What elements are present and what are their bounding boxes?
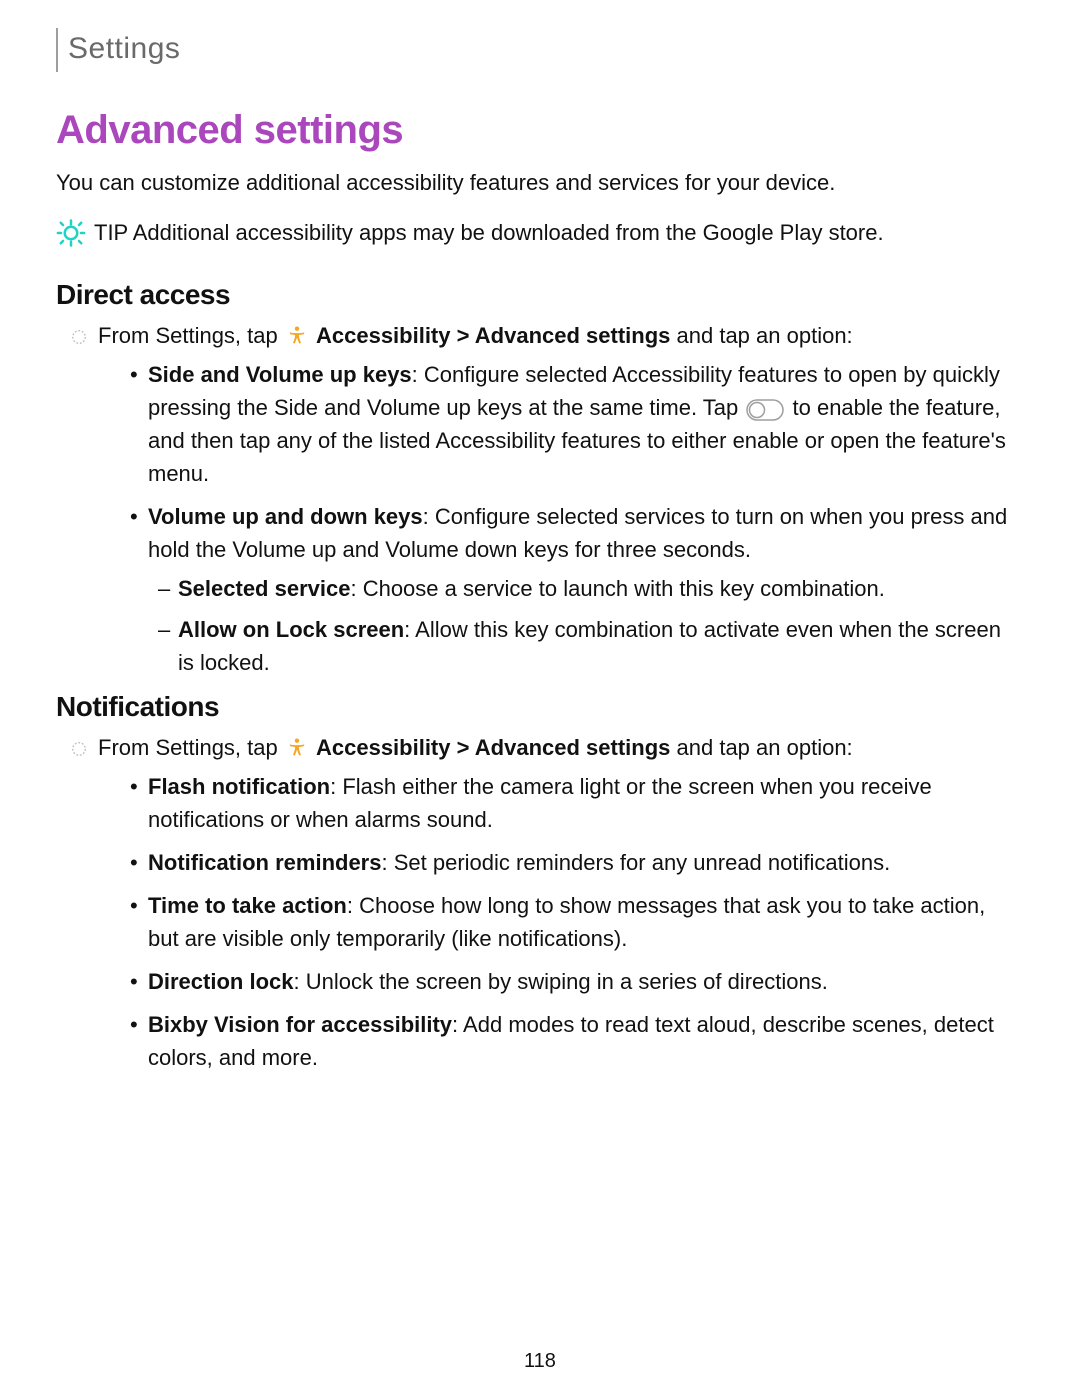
subitem-title: Allow on Lock screen [178,617,404,642]
sub-list: Selected service: Choose a service to la… [148,572,1020,679]
item-title: Bixby Vision for accessibility [148,1012,452,1037]
ring-bullet-icon [70,322,88,340]
item-title: Direction lock [148,969,293,994]
item-title: Time to take action [148,893,347,918]
item-title: Volume up and down keys [148,504,423,529]
section-heading-notifications: Notifications [56,691,1024,723]
list-item: Notification reminders: Set periodic rem… [148,846,1024,879]
list-item: Time to take action: Choose how long to … [148,889,1024,955]
path-separator: > [457,323,475,348]
tip-row: TIP Additional accessibility apps may be… [56,217,1024,249]
header-block: Settings [56,28,1024,72]
accessibility-icon [286,737,308,759]
step-prefix: From Settings, tap [98,735,284,760]
step-suffix: and tap an option: [677,735,853,760]
direct-access-list: Side and Volume up keys: Configure selec… [56,358,1024,679]
list-item: Bixby Vision for accessibility: Add mode… [148,1008,1024,1074]
intro-paragraph: You can customize additional accessibili… [56,167,1024,199]
item-text: : Unlock the screen by swiping in a seri… [293,969,827,994]
lightbulb-icon [56,218,86,248]
path-accessibility: Accessibility [316,323,451,348]
page-number: 118 [0,1350,1080,1373]
header-title: Settings [68,32,1024,66]
list-item: Side and Volume up keys: Configure selec… [148,358,1024,490]
path-separator: > [457,735,475,760]
step-prefix: From Settings, tap [98,323,284,348]
notifications-list: Flash notification: Flash either the cam… [56,770,1024,1074]
step-notifications: From Settings, tap Accessibility > Advan… [98,731,1024,764]
accessibility-icon [286,325,308,347]
page-container: Settings Advanced settings You can custo… [0,0,1080,1397]
subitem-text: : Choose a service to launch with this k… [350,576,884,601]
item-text: : Set periodic reminders for any unread … [381,850,890,875]
step-suffix: and tap an option: [677,323,853,348]
item-title: Side and Volume up keys [148,362,412,387]
toggle-icon [746,399,784,421]
list-item: Selected service: Choose a service to la… [178,572,1020,605]
page-heading: Advanced settings [56,108,1024,153]
path-advanced-settings: Advanced settings [475,735,671,760]
item-title: Flash notification [148,774,330,799]
list-item: Allow on Lock screen: Allow this key com… [178,613,1020,679]
subitem-title: Selected service [178,576,350,601]
tip-label: TIP [94,220,128,245]
item-title: Notification reminders [148,850,381,875]
section-heading-direct-access: Direct access [56,279,1024,311]
list-item: Flash notification: Flash either the cam… [148,770,1024,836]
path-advanced-settings: Advanced settings [475,323,671,348]
step-direct-access: From Settings, tap Accessibility > Advan… [98,319,1024,352]
tip-body: Additional accessibility apps may be dow… [133,220,884,245]
list-item: Volume up and down keys: Configure selec… [148,500,1024,679]
tip-text: TIP Additional accessibility apps may be… [94,217,884,249]
path-accessibility: Accessibility [316,735,451,760]
list-item: Direction lock: Unlock the screen by swi… [148,965,1024,998]
ring-bullet-icon [70,734,88,752]
